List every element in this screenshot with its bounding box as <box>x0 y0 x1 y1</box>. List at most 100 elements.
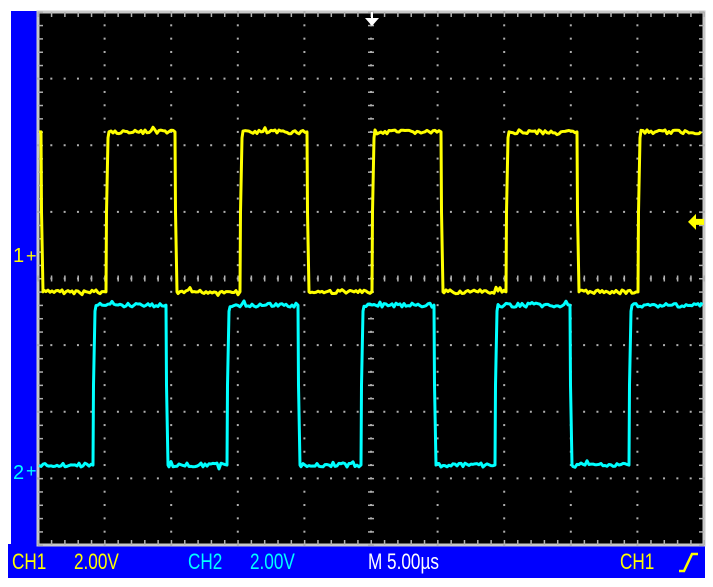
grid-dot <box>223 77 226 80</box>
border-tick <box>699 11 704 13</box>
grid-dot <box>556 144 559 147</box>
grid-dot <box>303 290 306 293</box>
border-tick <box>699 411 704 413</box>
border-tick <box>699 544 704 546</box>
center-tick <box>77 275 79 282</box>
border-tick <box>699 451 704 453</box>
grid-dot <box>170 184 173 187</box>
border-tick <box>596 12 599 17</box>
border-tick <box>330 12 333 17</box>
grid-dot <box>436 290 439 293</box>
grid-dot <box>463 210 466 213</box>
grid-dot <box>170 344 173 347</box>
grid-dot <box>303 264 306 267</box>
grid-dot <box>303 117 306 120</box>
grid-dot <box>156 210 159 213</box>
grid-dot <box>116 144 119 147</box>
grid-dot <box>383 210 386 213</box>
grid-dot <box>649 210 652 213</box>
border-tick <box>699 224 704 227</box>
grid-dot <box>343 344 346 347</box>
grid-dot <box>343 77 346 80</box>
grid-dot <box>556 77 559 80</box>
grid-dot <box>303 224 306 227</box>
grid-dot <box>383 344 386 347</box>
grid-dot <box>316 344 319 347</box>
grid-dot <box>236 530 239 533</box>
center-tick <box>368 51 374 53</box>
grid-dot <box>103 530 106 533</box>
grid-dot <box>210 410 213 413</box>
grid-dot <box>343 410 346 413</box>
grid-dot <box>303 104 306 107</box>
border-tick <box>699 397 704 400</box>
grid-dot <box>529 77 532 80</box>
border-tick <box>223 540 226 545</box>
border-tick <box>543 540 546 545</box>
grid-dot <box>343 144 346 147</box>
grid-dot <box>636 344 639 347</box>
border-tick <box>38 411 43 413</box>
border-tick <box>699 464 704 467</box>
grid-dot <box>116 77 119 80</box>
grid-dot <box>396 144 399 147</box>
grid-dot <box>76 210 79 213</box>
border-tick <box>570 540 572 545</box>
grid-dot <box>476 477 479 480</box>
grid-dot <box>596 77 599 80</box>
grid-dot <box>303 24 306 27</box>
grid-dot <box>503 530 506 533</box>
grid-dot <box>436 250 439 253</box>
grid-dot <box>449 210 452 213</box>
grid-dot <box>649 344 652 347</box>
border-tick <box>699 371 704 373</box>
border-tick <box>237 12 239 17</box>
grid-dot <box>210 477 213 480</box>
grid-dot <box>76 344 79 347</box>
grid-dot <box>103 384 106 387</box>
grid-dot <box>223 210 226 213</box>
grid-dot <box>170 210 173 213</box>
center-tick <box>368 331 374 333</box>
border-tick <box>699 357 704 360</box>
grid-dot <box>516 210 519 213</box>
border-tick <box>583 12 586 17</box>
grid-dot <box>396 410 399 413</box>
border-tick <box>38 384 43 387</box>
grid-dot <box>303 50 306 53</box>
grid-dot <box>103 184 106 187</box>
grid-dot <box>263 344 266 347</box>
grid-dot <box>636 464 639 467</box>
grid-dot <box>503 184 506 187</box>
grid-dot <box>236 197 239 200</box>
grid-dot <box>316 144 319 147</box>
border-tick <box>184 540 186 545</box>
border-tick <box>423 12 426 17</box>
grid-dot <box>636 530 639 533</box>
grid-dot <box>436 117 439 120</box>
border-tick <box>556 540 559 545</box>
center-tick <box>596 275 599 282</box>
grid-dot <box>236 264 239 267</box>
grid-dot <box>303 424 306 427</box>
border-tick <box>38 531 43 533</box>
grid-dot <box>623 77 626 80</box>
grid-dot <box>170 330 173 333</box>
grid-dot <box>170 490 173 493</box>
grid-dot <box>543 144 546 147</box>
center-tick <box>368 397 374 400</box>
grid-dot <box>569 64 572 67</box>
center-tick <box>410 275 412 282</box>
grid-dot <box>689 210 692 213</box>
grid-dot <box>103 424 106 427</box>
border-tick <box>38 91 43 93</box>
center-tick <box>703 275 705 282</box>
border-tick <box>699 264 704 267</box>
grid-dot <box>423 77 426 80</box>
border-tick <box>357 12 359 17</box>
grid-dot <box>543 77 546 80</box>
border-tick <box>556 12 559 17</box>
border-tick <box>303 540 306 545</box>
grid-dot <box>236 144 239 147</box>
border-tick <box>38 51 43 53</box>
